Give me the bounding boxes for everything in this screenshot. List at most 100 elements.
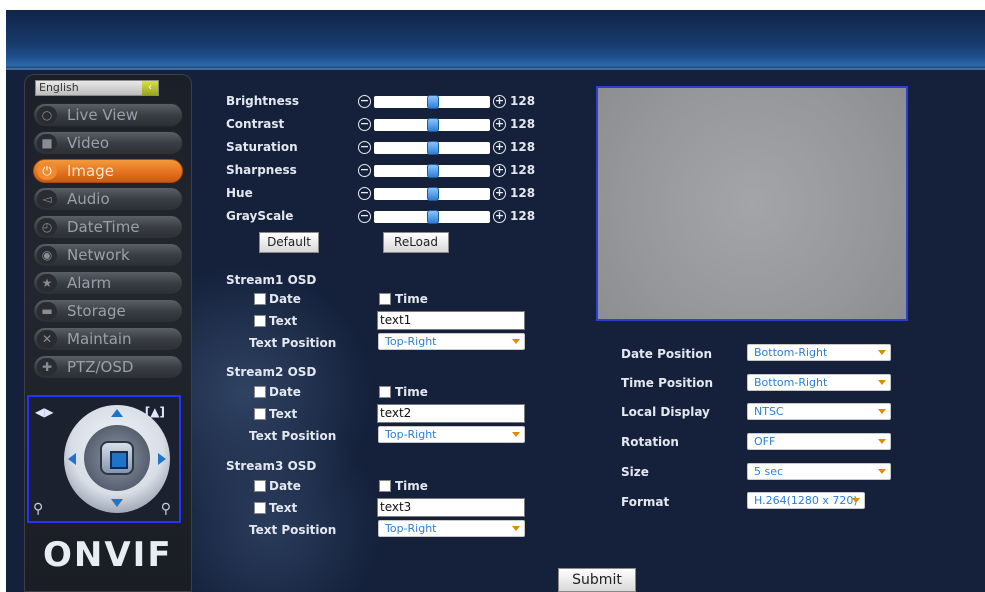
minus-icon[interactable]: − (358, 164, 371, 177)
sidebar-item-label: PTZ/OSD (67, 358, 134, 376)
chevron-down-icon (512, 526, 520, 531)
stream-title: Stream2 OSD (226, 365, 317, 379)
sidebar-item-label: DateTime (67, 218, 140, 236)
checkbox-label: Text (269, 407, 298, 421)
slider-thumb[interactable] (427, 141, 439, 155)
minus-icon[interactable]: − (358, 187, 371, 200)
ptz-left-arrow-icon[interactable] (68, 453, 76, 465)
time-checkbox[interactable] (379, 480, 391, 492)
minus-icon[interactable]: − (358, 118, 371, 131)
select-value: Top-Right (385, 428, 437, 441)
plus-icon[interactable]: + (493, 141, 506, 154)
sidebar: English ‹ ○ Live View ■ Video ⏻ Image ◅ … (24, 74, 192, 592)
contrast-slider[interactable]: − + 128 (358, 117, 540, 133)
slider-value: 128 (510, 94, 536, 108)
checkbox-label: Date (269, 385, 301, 399)
sidebar-item-datetime[interactable]: ◴ DateTime (33, 215, 183, 239)
sharpness-slider[interactable]: − + 128 (358, 163, 540, 179)
ptz-up-arrow-icon[interactable] (111, 409, 123, 417)
chevron-down-icon (878, 409, 886, 414)
time-checkbox[interactable] (379, 293, 391, 305)
time-checkbox[interactable] (379, 386, 391, 398)
grayscale-slider[interactable]: − + 128 (358, 209, 540, 225)
minus-icon[interactable]: − (358, 141, 371, 154)
select-value: Top-Right (385, 335, 437, 348)
video-preview (596, 86, 908, 321)
zoom-in-icon[interactable]: ⚲ (161, 501, 171, 517)
zoom-wide-icon[interactable]: ◀▶ (35, 405, 53, 419)
format-select[interactable]: H.264(1280 x 720) (747, 492, 865, 509)
sidebar-item-network[interactable]: ◉ Network (33, 243, 183, 267)
text-checkbox[interactable] (254, 408, 266, 420)
saturation-slider[interactable]: − + 128 (358, 140, 540, 156)
sidebar-item-live-view[interactable]: ○ Live View (33, 103, 183, 127)
clock-icon: ◴ (37, 218, 57, 236)
settings-label: Rotation (621, 435, 679, 449)
sidebar-item-image[interactable]: ⏻ Image (33, 159, 183, 183)
date-checkbox[interactable] (254, 386, 266, 398)
ptz-right-arrow-icon[interactable] (158, 453, 166, 465)
text-input[interactable]: text3 (377, 498, 525, 517)
checkbox-label: Text (269, 314, 298, 328)
sidebar-item-alarm[interactable]: ★ Alarm (33, 271, 183, 295)
text-checkbox[interactable] (254, 502, 266, 514)
plus-icon[interactable]: + (493, 164, 506, 177)
text-position-select[interactable]: Top-Right (378, 520, 525, 537)
text-position-label: Text Position (249, 523, 337, 537)
sidebar-item-label: Alarm (67, 274, 112, 292)
slider-thumb[interactable] (427, 210, 439, 224)
minus-icon[interactable]: − (358, 95, 371, 108)
select-value: Bottom-Right (754, 376, 828, 389)
text-input[interactable]: text1 (377, 311, 525, 330)
plus-icon[interactable]: + (493, 95, 506, 108)
slider-thumb[interactable] (427, 118, 439, 132)
sidebar-item-audio[interactable]: ◅ Audio (33, 187, 183, 211)
rotation-select[interactable]: OFF (747, 433, 891, 450)
slider-thumb[interactable] (427, 95, 439, 109)
local-display-select[interactable]: NTSC (747, 403, 891, 420)
brightness-slider[interactable]: − + 128 (358, 94, 540, 110)
stream-title: Stream1 OSD (226, 273, 317, 287)
reload-button[interactable]: ReLoad (383, 232, 449, 253)
slider-value: 128 (510, 117, 536, 131)
sidebar-item-storage[interactable]: ▬ Storage (33, 299, 183, 323)
slider-thumb[interactable] (427, 187, 439, 201)
plus-icon[interactable]: + (493, 118, 506, 131)
app-window: English ‹ ○ Live View ■ Video ⏻ Image ◅ … (6, 10, 985, 592)
disk-icon: ▬ (37, 302, 57, 320)
settings-label: Time Position (621, 376, 714, 390)
checkbox-label: Time (395, 292, 428, 306)
settings-label: Date Position (621, 347, 713, 361)
plus-icon[interactable]: + (493, 187, 506, 200)
select-value: H.264(1280 x 720) (754, 494, 858, 507)
text-position-select[interactable]: Top-Right (378, 333, 525, 350)
sidebar-item-ptz-osd[interactable]: ✚ PTZ/OSD (33, 355, 183, 379)
checkbox-label: Text (269, 501, 298, 515)
default-button[interactable]: Default (259, 232, 319, 253)
submit-button[interactable]: Submit (558, 568, 636, 592)
date-checkbox[interactable] (254, 480, 266, 492)
language-select[interactable]: English ‹ (35, 80, 159, 96)
text-position-select[interactable]: Top-Right (378, 426, 525, 443)
text-checkbox[interactable] (254, 315, 266, 327)
hue-slider[interactable]: − + 128 (358, 186, 540, 202)
text-input[interactable]: text2 (377, 404, 525, 423)
checkbox-label: Time (395, 385, 428, 399)
settings-label: Format (621, 495, 670, 509)
slider-thumb[interactable] (427, 164, 439, 178)
minus-icon[interactable]: − (358, 210, 371, 223)
sidebar-item-video[interactable]: ■ Video (33, 131, 183, 155)
text-position-label: Text Position (249, 336, 337, 350)
size-select[interactable]: 5 sec (747, 463, 891, 480)
ptz-center-button[interactable] (100, 441, 134, 475)
time-position-select[interactable]: Bottom-Right (747, 374, 891, 391)
settings-label: Local Display (621, 405, 710, 419)
chevron-down-icon (512, 432, 520, 437)
ptz-down-arrow-icon[interactable] (111, 499, 123, 507)
plus-icon[interactable]: + (493, 210, 506, 223)
zoom-out-icon[interactable]: ⚲ (33, 501, 43, 517)
camera-icon: ■ (37, 134, 57, 152)
date-checkbox[interactable] (254, 293, 266, 305)
sidebar-item-maintain[interactable]: ✕ Maintain (33, 327, 183, 351)
date-position-select[interactable]: Bottom-Right (747, 344, 891, 361)
